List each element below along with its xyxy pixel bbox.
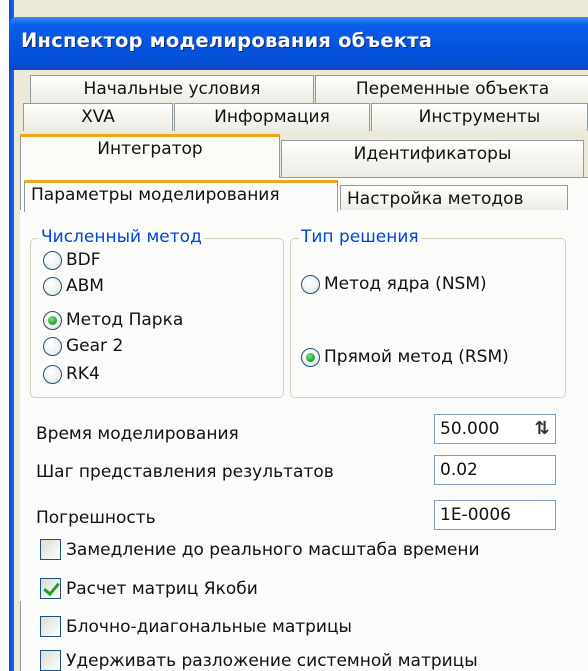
radio-gear2-label: Gear 2 [66, 336, 124, 356]
checkbox-icon[interactable] [40, 539, 61, 560]
checkbox-icon[interactable] [40, 578, 61, 599]
checkbox-keep-decomposition-label: Удерживать разложение системной матрицы [66, 650, 478, 671]
radio-rk4-label: RK4 [66, 364, 100, 384]
tab-integrator[interactable]: Интегратор [20, 134, 280, 178]
radio-button-icon[interactable] [43, 364, 62, 384]
numeric-method-legend: Численный метод [39, 227, 204, 247]
checkbox-realtime-slowdown-label: Замедление до реального масштаба времени [66, 539, 480, 560]
checkbox-block-diagonal[interactable]: Блочно-диагональные матрицы [40, 616, 352, 637]
tolerance-label: Погрешность [36, 508, 156, 528]
checkbox-jacobian-label: Расчет матриц Якоби [66, 578, 258, 599]
tolerance-value: 1E-0006 [440, 505, 511, 525]
checkbox-realtime-slowdown[interactable]: Замедление до реального масштаба времени [40, 539, 480, 560]
radio-bdf-label: BDF [66, 250, 101, 270]
simulation-inspector-window: Инспектор моделирования объекта Начальны… [0, 0, 588, 671]
tab-initial-conditions[interactable]: Начальные условия [30, 75, 314, 103]
window-title: Инспектор моделирования объекта [21, 29, 433, 52]
radio-button-icon[interactable] [43, 276, 62, 296]
radio-gear2[interactable]: Gear 2 [43, 336, 123, 356]
output-step-input[interactable]: 0.02 [434, 455, 556, 485]
spin-arrows-icon[interactable]: ⇅ [531, 417, 553, 441]
radio-button-icon[interactable] [43, 250, 62, 270]
radio-bdf[interactable]: BDF [43, 250, 101, 270]
radio-nsm[interactable]: Метод ядра (NSM) [301, 274, 487, 294]
tab-identifiers[interactable]: Идентификаторы [281, 140, 584, 178]
window-left-frame [0, 0, 14, 671]
radio-nsm-label: Метод ядра (NSM) [324, 274, 487, 294]
output-step-label: Шаг представления результатов [36, 462, 334, 482]
simulation-time-input[interactable]: 50.000 ⇅ [434, 414, 556, 444]
solution-type-group: Тип решения [290, 227, 566, 398]
title-bar[interactable]: Инспектор моделирования объекта [9, 17, 588, 70]
checkbox-jacobian[interactable]: Расчет матриц Якоби [40, 578, 258, 599]
tab-object-variables[interactable]: Переменные объекта [315, 75, 588, 103]
radio-rk4[interactable]: RK4 [43, 364, 100, 384]
radio-abm-label: ABM [66, 276, 104, 296]
radio-abm[interactable]: ABM [43, 276, 104, 296]
tab-information[interactable]: Информация [174, 103, 370, 131]
simulation-time-value: 50.000 [440, 419, 500, 439]
radio-rsm-label: Прямой метод (RSM) [324, 347, 509, 367]
radio-park-method[interactable]: Метод Парка [43, 310, 183, 330]
radio-button-icon[interactable] [301, 274, 320, 294]
radio-button-icon[interactable] [43, 310, 62, 330]
subtab-method-settings[interactable]: Настройка методов [340, 185, 568, 212]
radio-button-icon[interactable] [301, 347, 320, 367]
checkbox-block-diagonal-label: Блочно-диагональные матрицы [66, 616, 352, 637]
radio-park-method-label: Метод Парка [66, 310, 184, 330]
tolerance-input[interactable]: 1E-0006 [434, 500, 556, 530]
radio-rsm[interactable]: Прямой метод (RSM) [301, 347, 509, 367]
checkbox-icon[interactable] [40, 650, 61, 671]
solution-type-legend: Тип решения [299, 227, 421, 247]
radio-button-icon[interactable] [43, 336, 62, 356]
tab-xva[interactable]: XVA [23, 103, 173, 131]
simulation-time-label: Время моделирования [36, 424, 239, 444]
checkbox-icon[interactable] [40, 616, 61, 637]
subtab-simulation-parameters[interactable]: Параметры моделирования [24, 180, 338, 212]
output-step-value: 0.02 [440, 460, 478, 480]
tab-tools[interactable]: Инструменты [371, 103, 588, 131]
checkbox-keep-decomposition[interactable]: Удерживать разложение системной матрицы [40, 650, 478, 671]
